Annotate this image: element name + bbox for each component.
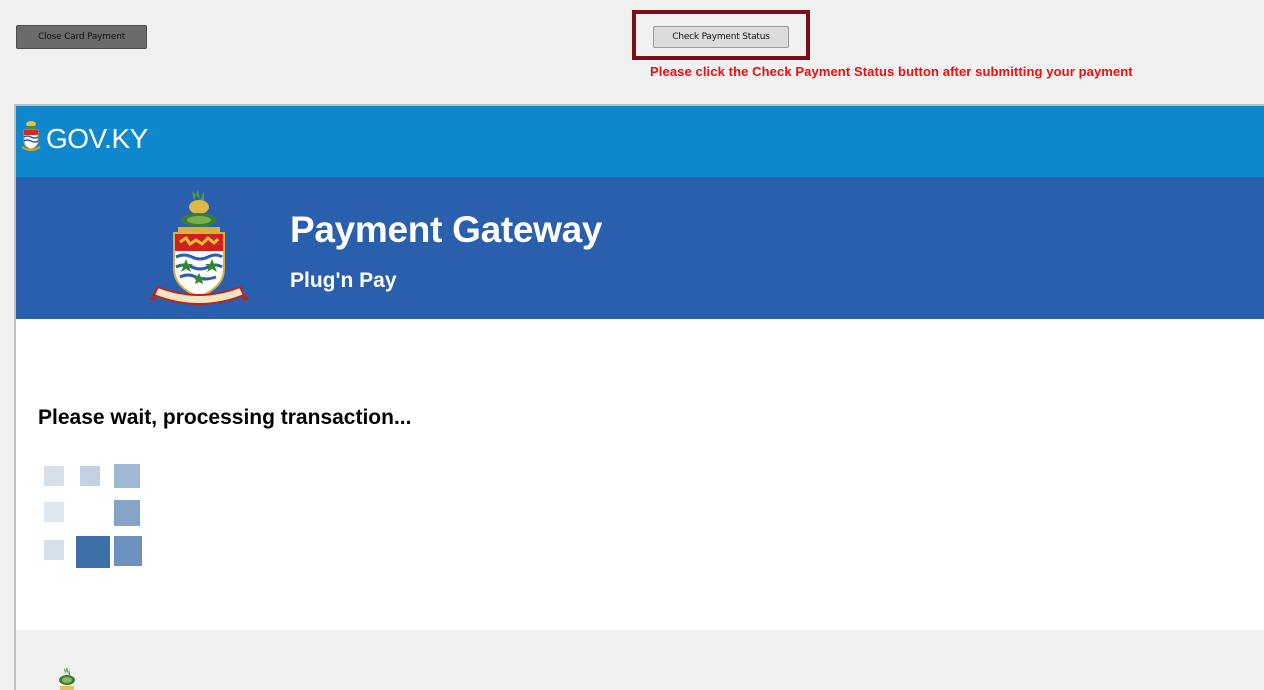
cayman-crest-icon: [21, 121, 41, 151]
payment-gateway-banner: Payment Gateway Plug'n Pay: [16, 177, 1264, 319]
loading-spinner-icon: [44, 464, 142, 568]
payment-gateway-frame: GOV.KY Payment Gateway Plug'n Pay Please…: [14, 104, 1264, 690]
check-payment-status-button[interactable]: Check Payment Status: [653, 26, 789, 48]
close-card-payment-button[interactable]: Close Card Payment: [16, 25, 147, 49]
payment-toolbar: Close Card Payment Check Payment Status …: [0, 0, 1264, 104]
check-status-highlight: Check Payment Status: [632, 10, 810, 60]
gov-ky-logo-text: GOV.KY: [46, 123, 148, 154]
gateway-subtitle: Plug'n Pay: [290, 269, 397, 292]
gateway-footer: [16, 630, 1264, 690]
gov-header-bar: GOV.KY: [16, 106, 1264, 177]
coat-of-arms-icon: [148, 189, 250, 305]
gateway-title: Payment Gateway: [290, 209, 603, 250]
footer-crest-icon: [59, 667, 75, 690]
status-instruction-text: Please click the Check Payment Status bu…: [650, 64, 1133, 79]
processing-message: Please wait, processing transaction...: [38, 406, 412, 429]
